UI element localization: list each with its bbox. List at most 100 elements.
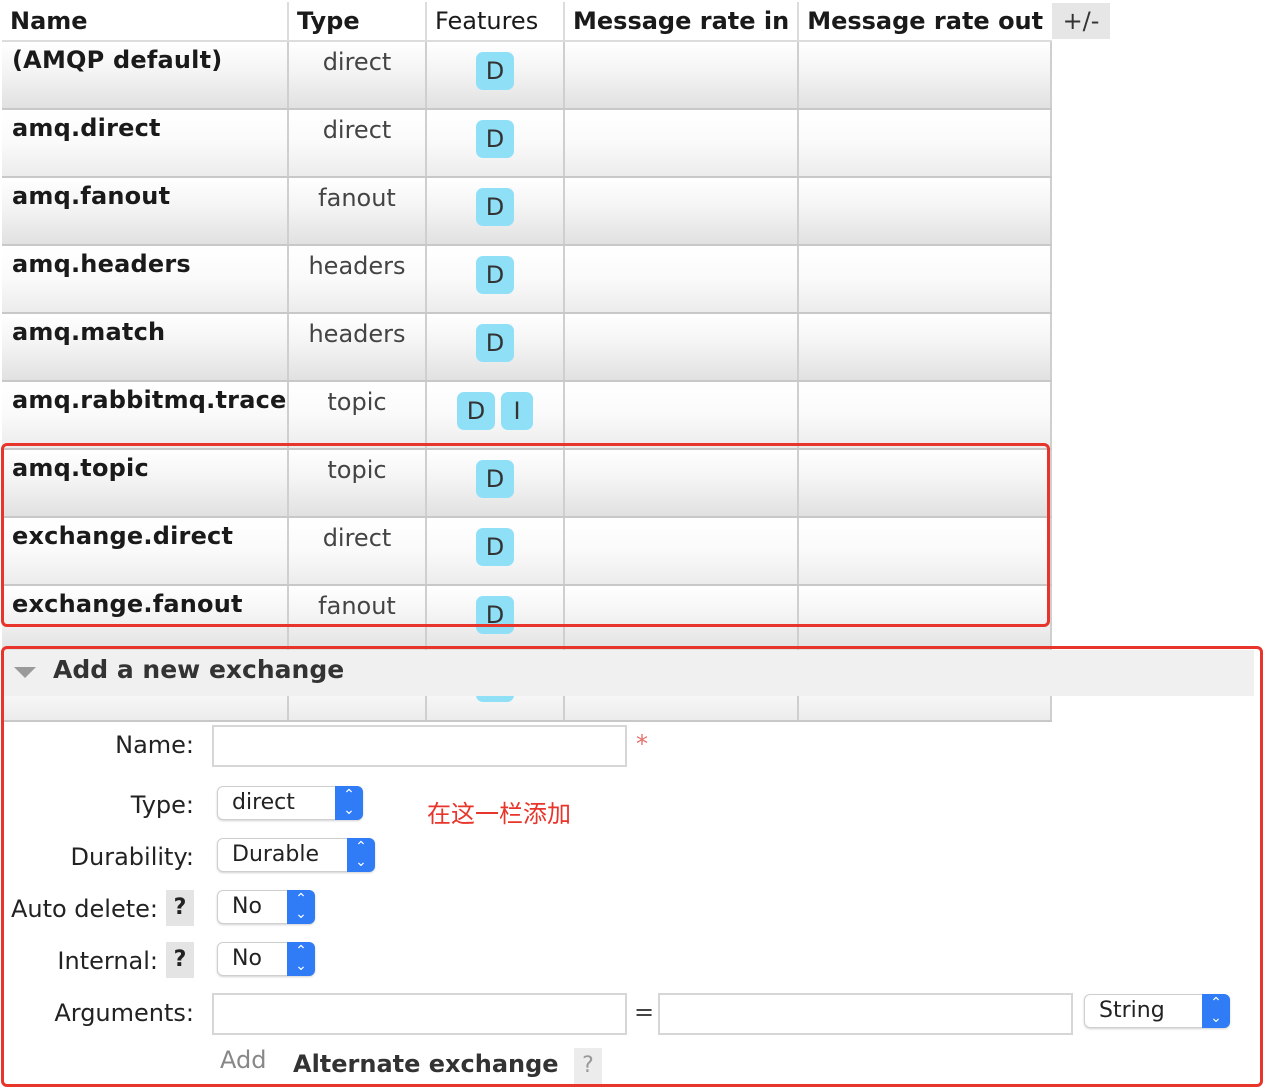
- exchanges-table: Name Type Features Message rate in Messa…: [2, 2, 1053, 722]
- features-cell: D: [426, 517, 565, 586]
- durable-badge: D: [457, 392, 495, 430]
- table-header-row: Name Type Features Message rate in Messa…: [2, 2, 1052, 42]
- argument-type-value: String: [1099, 998, 1165, 1023]
- features-cell: DI: [426, 381, 565, 450]
- table-row: amq.match headers D: [2, 313, 1053, 382]
- rate-in-cell: [564, 245, 800, 314]
- alternate-exchange-help-button[interactable]: ?: [574, 1048, 602, 1084]
- column-header-rate-out[interactable]: Message rate out: [798, 2, 1052, 42]
- durability-label: Durability:: [70, 843, 194, 871]
- type-select-value: direct: [232, 790, 295, 815]
- table-row: exchange.direct direct D: [2, 517, 1053, 586]
- arguments-label: Arguments:: [54, 999, 194, 1027]
- rate-in-cell: [564, 585, 800, 654]
- durable-badge: D: [476, 460, 514, 498]
- features-cell: D: [426, 41, 565, 110]
- section-title[interactable]: Add a new exchange: [53, 655, 344, 684]
- rate-out-cell: [798, 245, 1053, 314]
- column-header-type[interactable]: Type: [288, 2, 427, 42]
- alternate-exchange-link[interactable]: Alternate exchange: [293, 1050, 559, 1078]
- exchange-type: headers: [288, 313, 427, 382]
- name-label: Name:: [115, 731, 194, 759]
- table-row: amq.headers headers D: [2, 245, 1053, 314]
- durable-badge: D: [476, 188, 514, 226]
- features-cell: D: [426, 109, 565, 178]
- durable-badge: D: [476, 324, 514, 362]
- exchange-name-link[interactable]: (AMQP default): [2, 41, 289, 110]
- argument-type-select[interactable]: String ⌃ ⌄: [1084, 994, 1230, 1028]
- rate-out-cell: [798, 381, 1053, 450]
- auto-delete-help-button[interactable]: ?: [166, 890, 194, 926]
- auto-delete-select[interactable]: No ⌃ ⌄: [217, 890, 315, 924]
- table-row: amq.fanout fanout D: [2, 177, 1053, 246]
- rate-out-cell: [798, 109, 1053, 178]
- argument-value-input[interactable]: [658, 993, 1073, 1035]
- auto-delete-label: Auto delete:: [10, 895, 158, 923]
- type-select[interactable]: direct ⌃ ⌄: [217, 786, 363, 820]
- select-updown-icon: ⌃ ⌄: [1202, 994, 1230, 1028]
- exchange-name-link[interactable]: amq.headers: [2, 245, 289, 314]
- rate-in-cell: [564, 381, 800, 450]
- column-header-features: Features: [426, 2, 565, 42]
- durable-badge: D: [476, 528, 514, 566]
- rate-in-cell: [564, 449, 800, 518]
- exchange-name-link[interactable]: amq.fanout: [2, 177, 289, 246]
- select-updown-icon: ⌃ ⌄: [347, 838, 375, 872]
- durable-badge: D: [476, 596, 514, 634]
- durability-select[interactable]: Durable ⌃ ⌄: [217, 838, 375, 872]
- exchange-type: fanout: [288, 585, 427, 654]
- argument-key-input[interactable]: [212, 993, 627, 1035]
- exchange-name-link[interactable]: exchange.fanout: [2, 585, 289, 654]
- table-row: (AMQP default) direct D: [2, 41, 1053, 110]
- features-cell: D: [426, 585, 565, 654]
- table-row: amq.direct direct D: [2, 109, 1053, 178]
- exchange-type: direct: [288, 109, 427, 178]
- rate-out-cell: [798, 41, 1053, 110]
- table-row: amq.rabbitmq.trace topic DI: [2, 381, 1053, 450]
- select-updown-icon: ⌃ ⌄: [335, 786, 363, 820]
- rate-out-cell: [798, 177, 1053, 246]
- durable-badge: D: [476, 256, 514, 294]
- durable-badge: D: [476, 120, 514, 158]
- exchange-name-link[interactable]: exchange.direct: [2, 517, 289, 586]
- rate-out-cell: [798, 449, 1053, 518]
- exchange-name-link[interactable]: amq.direct: [2, 109, 289, 178]
- rate-in-cell: [564, 313, 800, 382]
- equals-sign: =: [634, 998, 655, 1026]
- exchange-type: headers: [288, 245, 427, 314]
- select-updown-icon: ⌃ ⌄: [287, 890, 315, 924]
- internal-select[interactable]: No ⌃ ⌄: [217, 942, 315, 976]
- rate-in-cell: [564, 109, 800, 178]
- collapse-triangle-icon[interactable]: [14, 667, 36, 678]
- rate-out-cell: [798, 313, 1053, 382]
- column-header-rate-in[interactable]: Message rate in: [564, 2, 800, 42]
- exchange-name-link[interactable]: amq.match: [2, 313, 289, 382]
- name-input[interactable]: [212, 725, 627, 767]
- exchange-type: topic: [288, 449, 427, 518]
- exchange-type: direct: [288, 517, 427, 586]
- add-argument-link[interactable]: Add: [220, 1046, 266, 1074]
- rate-in-cell: [564, 41, 800, 110]
- rate-in-cell: [564, 517, 800, 586]
- internal-help-button[interactable]: ?: [166, 942, 194, 978]
- required-mark: *: [636, 730, 648, 758]
- exchange-name-link[interactable]: amq.topic: [2, 449, 289, 518]
- exchange-type: topic: [288, 381, 427, 450]
- table-row: amq.topic topic D: [2, 449, 1053, 518]
- table-row: exchange.fanout fanout D: [2, 585, 1053, 654]
- features-cell: D: [426, 245, 565, 314]
- features-cell: D: [426, 449, 565, 518]
- auto-delete-select-value: No: [232, 894, 262, 919]
- exchange-name-link[interactable]: amq.rabbitmq.trace: [2, 381, 289, 450]
- rate-out-cell: [798, 585, 1053, 654]
- internal-select-value: No: [232, 946, 262, 971]
- annotation-note: 在这一栏添加: [427, 800, 571, 828]
- rate-out-cell: [798, 517, 1053, 586]
- features-cell: D: [426, 313, 565, 382]
- exchange-type: fanout: [288, 177, 427, 246]
- type-label: Type:: [130, 791, 194, 819]
- column-header-name[interactable]: Name: [2, 2, 289, 42]
- toggle-columns-button[interactable]: +/-: [1052, 3, 1110, 39]
- rate-in-cell: [564, 177, 800, 246]
- features-cell: D: [426, 177, 565, 246]
